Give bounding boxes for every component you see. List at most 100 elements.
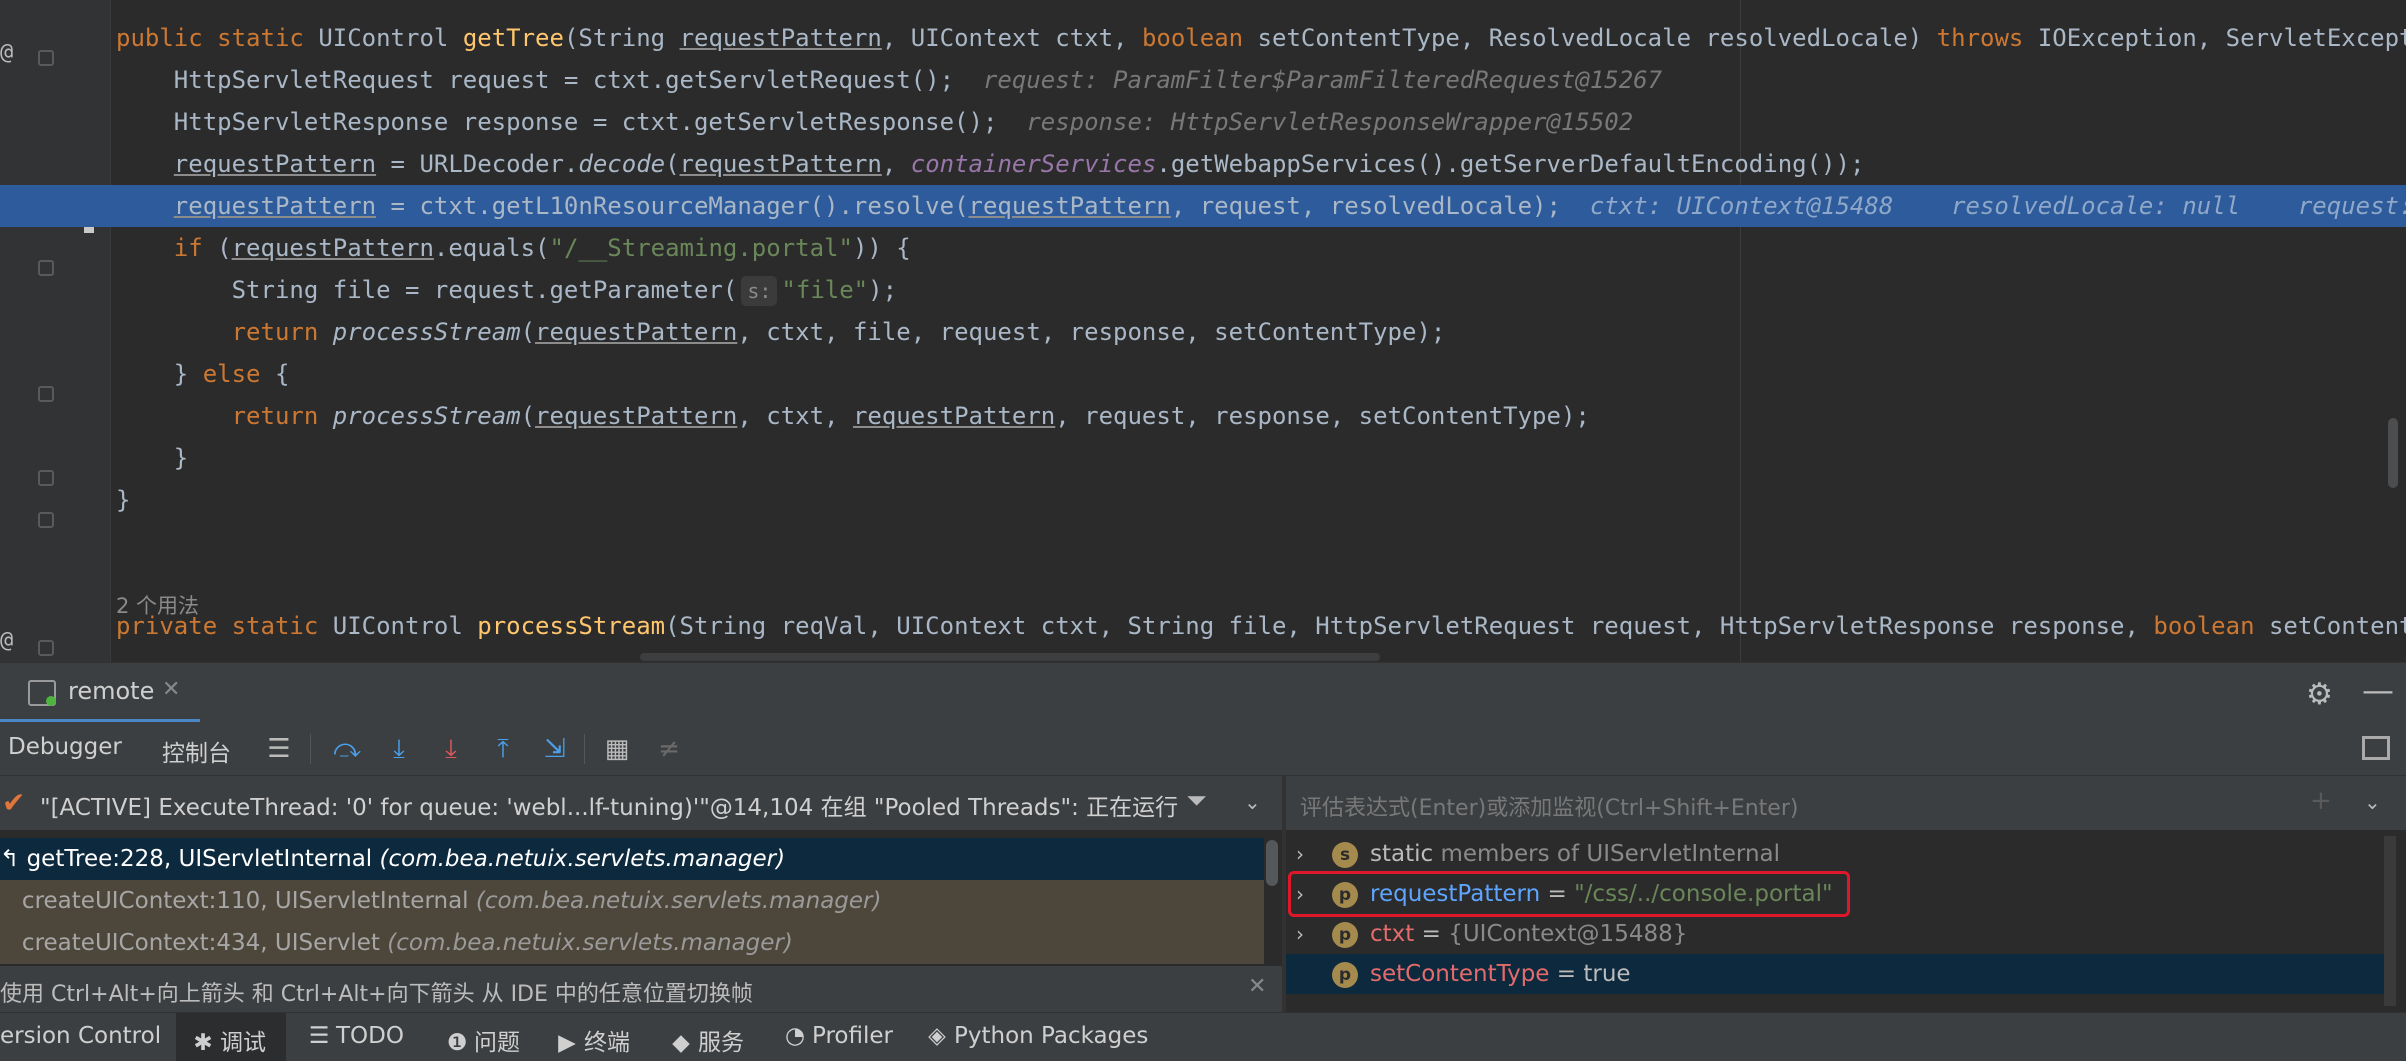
- variables-scrollbar[interactable]: [2384, 836, 2396, 1006]
- layout-settings-icon[interactable]: [2362, 736, 2390, 760]
- variable-name: static: [1370, 841, 1434, 867]
- debugger-toolbar: Debugger 控制台 ☰ ⤼ ⤓ ⤓ ⤒ ⇲ ▦ ≠: [0, 722, 2406, 776]
- step-over-icon[interactable]: ⤼: [330, 732, 364, 766]
- editor-vertical-scrollbar[interactable]: [2388, 418, 2398, 488]
- menu-icon[interactable]: ☰: [262, 732, 296, 766]
- thread-name[interactable]: "[ACTIVE] ExecuteThread: '0' for queue: …: [40, 788, 1178, 822]
- code-line-text: return processStream(requestPattern, ctx…: [116, 311, 1446, 353]
- close-icon[interactable]: ✕: [1248, 974, 1266, 999]
- bottom-tab-label: 终端: [584, 1030, 630, 1056]
- usages-hint[interactable]: 2 个用法: [116, 590, 199, 620]
- toolbar-separator: [584, 734, 585, 764]
- code-token: (: [520, 402, 536, 430]
- code-editor[interactable]: @ @ public static UIControl getTree(Stri…: [0, 0, 2406, 662]
- stack-frame-package: (com.bea.netuix.servlets.manager): [379, 846, 786, 872]
- debug-icon: ✱: [193, 1030, 213, 1056]
- code-token: HttpServletResponse response = ctxt.getS…: [116, 108, 1027, 136]
- variable-row[interactable]: › s static members of UIServletInternal: [1286, 834, 2390, 874]
- filter-icon[interactable]: ⏷: [1186, 786, 1207, 817]
- tab-profiler[interactable]: ◔ Profiler: [784, 1023, 893, 1049]
- variable-row[interactable]: p setContentType = true: [1286, 954, 2390, 994]
- code-token: .getWebappServices().getServerDefaultEnc…: [1156, 150, 1865, 178]
- thread-selector[interactable]: ✔ "[ACTIVE] ExecuteThread: '0' for queue…: [0, 776, 1282, 830]
- stack-frame[interactable]: ↰ getTree:228, UIServletInternal (com.be…: [0, 838, 1264, 880]
- code-line[interactable]: requestPattern = URLDecoder.decode(reque…: [0, 143, 2406, 185]
- chevron-down-icon[interactable]: ⌄: [1244, 790, 1261, 814]
- code-token: static: [231, 612, 333, 640]
- step-into-icon[interactable]: ⤓: [382, 732, 416, 766]
- code-token: requestPattern: [968, 192, 1171, 220]
- current-execution-line[interactable]: requestPattern = ctxt.getL10nResourceMan…: [0, 185, 2406, 227]
- tab-debug[interactable]: ✱ 调试: [192, 1023, 266, 1057]
- bottom-tab-label: 服务: [698, 1030, 744, 1056]
- profiler-icon: ◔: [784, 1023, 806, 1049]
- code-line[interactable]: public static UIControl getTree(String r…: [0, 17, 2406, 59]
- code-line-text: HttpServletResponse response = ctxt.getS…: [116, 101, 1633, 143]
- frames-scrollbar[interactable]: [1266, 840, 1278, 886]
- code-line[interactable]: return processStream(requestPattern, ctx…: [0, 311, 2406, 353]
- force-step-into-icon[interactable]: ⤓: [434, 732, 468, 766]
- code-token: (: [665, 150, 680, 178]
- stack-frame-package: (com.bea.netuix.servlets.manager): [475, 888, 882, 914]
- code-token: , ctxt,: [737, 402, 853, 430]
- code-token: getTree: [462, 24, 564, 52]
- step-out-icon[interactable]: ⤒: [486, 732, 520, 766]
- add-watch-icon[interactable]: +: [2310, 786, 2332, 816]
- code-line[interactable]: [0, 521, 2406, 563]
- stack-frame[interactable]: createUIContext:434, UIServlet (com.bea.…: [0, 922, 1264, 964]
- code-line[interactable]: [0, 563, 2406, 605]
- code-line-text: public static UIControl getTree(String r…: [116, 17, 2406, 59]
- chevron-down-icon[interactable]: ⌄: [2364, 790, 2381, 814]
- code-token: requestPattern: [679, 24, 882, 52]
- code-token: ,: [881, 150, 911, 178]
- tab-todo[interactable]: ☰ TODO: [308, 1023, 404, 1049]
- code-token: , UIContext ctxt,: [881, 24, 1142, 52]
- stack-frame[interactable]: createUIContext:110, UIServletInternal (…: [0, 880, 1264, 922]
- variable-value: {UIContext@15488}: [1448, 921, 1688, 947]
- minimize-icon[interactable]: —: [2362, 671, 2394, 709]
- code-line[interactable]: }: [0, 479, 2406, 521]
- tab-version-control[interactable]: ersion Control: [0, 1023, 161, 1049]
- chevron-right-icon[interactable]: ›: [1296, 914, 1304, 954]
- code-line[interactable]: HttpServletRequest request = ctxt.getSer…: [0, 59, 2406, 101]
- code-token: .equals(: [433, 234, 550, 262]
- tab-services[interactable]: ◆ 服务: [670, 1023, 744, 1057]
- code-token: {: [274, 360, 290, 388]
- variable-text: ctxt = {UIContext@15488}: [1370, 914, 1687, 954]
- tab-terminal[interactable]: ▶ 终端: [556, 1023, 630, 1057]
- code-token: (: [520, 318, 536, 346]
- parameter-hint: s:: [741, 276, 778, 306]
- code-line[interactable]: HttpServletResponse response = ctxt.getS…: [0, 101, 2406, 143]
- run-to-cursor-icon[interactable]: ⇲: [538, 732, 572, 766]
- gear-icon[interactable]: ⚙: [2306, 677, 2333, 712]
- evaluate-expression-input[interactable]: 评估表达式(Enter)或添加监视(Ctrl+Shift+Enter) + ⌄: [1286, 776, 2406, 830]
- evaluate-icon[interactable]: ▦: [600, 732, 634, 766]
- tab-problems[interactable]: ❶ 问题: [446, 1023, 520, 1057]
- tab-remote[interactable]: remote ✕: [0, 663, 200, 723]
- variable-separator: members of UIServletInternal: [1433, 841, 1781, 867]
- tab-debugger[interactable]: Debugger: [8, 734, 122, 760]
- chevron-right-icon[interactable]: ›: [1296, 834, 1304, 874]
- editor-horizontal-scrollbar[interactable]: [640, 653, 1380, 661]
- code-line[interactable]: } else {: [0, 353, 2406, 395]
- code-token: processStream: [332, 402, 521, 430]
- trace-icon[interactable]: ≠: [652, 732, 686, 766]
- stack-frame-package: (com.bea.netuix.servlets.manager): [387, 930, 793, 956]
- inline-debug-value: request: ParamFilter$ParamFilteredReques…: [982, 66, 1663, 94]
- code-line[interactable]: String file = request.getParameter(s: "fi…: [0, 269, 2406, 311]
- code-line[interactable]: private static UIControl processStream(S…: [0, 605, 2406, 647]
- code-line[interactable]: }: [0, 437, 2406, 479]
- code-token: requestPattern: [173, 150, 377, 178]
- todo-icon: ☰: [308, 1023, 330, 1049]
- tab-console[interactable]: 控制台: [162, 734, 231, 768]
- code-token: public: [116, 24, 218, 52]
- code-token: (: [217, 234, 232, 262]
- variable-name: ctxt: [1370, 921, 1415, 947]
- code-line[interactable]: if (requestPattern.equals("/__Streaming.…: [0, 227, 2406, 269]
- code-token: return: [231, 402, 333, 430]
- tab-python-packages[interactable]: ◈ Python Packages: [926, 1023, 1148, 1049]
- variable-row[interactable]: › p ctxt = {UIContext@15488}: [1286, 914, 2390, 954]
- close-icon[interactable]: ✕: [162, 677, 180, 702]
- code-line[interactable]: return processStream(requestPattern, ctx…: [0, 395, 2406, 437]
